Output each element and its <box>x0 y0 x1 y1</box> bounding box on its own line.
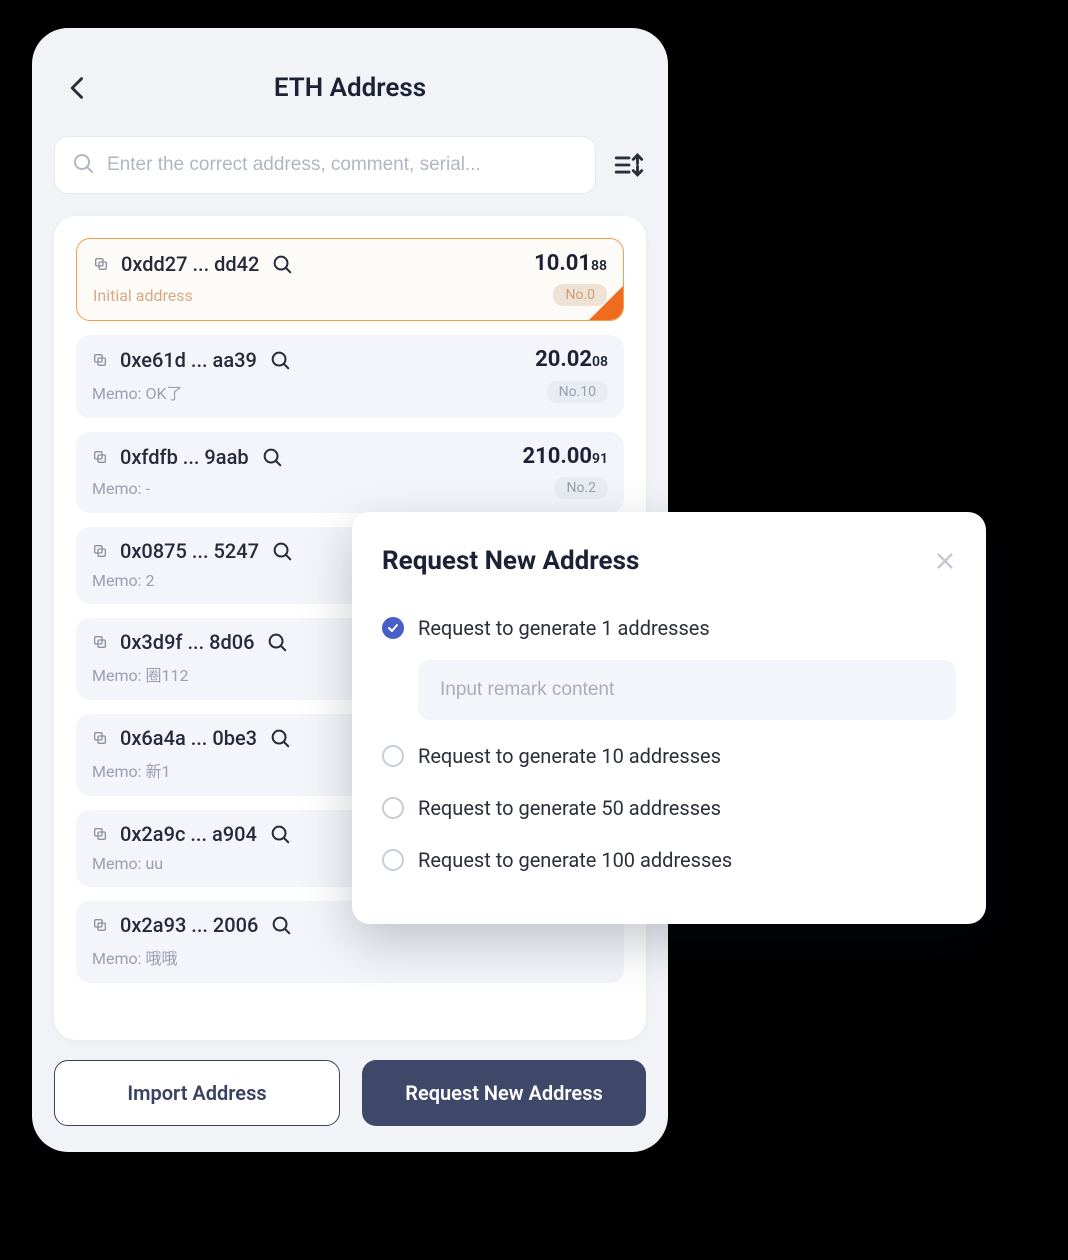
explorer-icon[interactable] <box>271 253 293 275</box>
page-title: ETH Address <box>274 73 426 103</box>
request-new-address-button[interactable]: Request New Address <box>362 1060 646 1126</box>
remark-input[interactable] <box>418 660 956 720</box>
address-card[interactable]: 0xe61d ... aa39 20.0208 Memo: OK了 No.10 <box>76 335 624 418</box>
generate-option[interactable]: Request to generate 1 addresses <box>382 602 956 654</box>
explorer-icon[interactable] <box>261 446 283 468</box>
balance-value: 10.0188 <box>534 251 607 276</box>
current-indicator-icon <box>589 286 623 320</box>
memo-text: Memo: - <box>92 479 150 498</box>
modal-header: Request New Address <box>382 546 956 576</box>
generate-option[interactable]: Request to generate 100 addresses <box>382 834 956 886</box>
copy-icon[interactable] <box>92 730 108 746</box>
copy-icon[interactable] <box>92 543 108 559</box>
copy-icon[interactable] <box>92 449 108 465</box>
close-icon[interactable] <box>934 550 956 572</box>
address-card[interactable]: 0xdd27 ... dd4210.0188Initial addressNo.… <box>76 238 624 321</box>
generate-option[interactable]: Request to generate 50 addresses <box>382 782 956 834</box>
balance-value: 20.0208 <box>535 347 608 372</box>
explorer-icon[interactable] <box>269 727 291 749</box>
memo-text: Memo: 新1 <box>92 758 170 782</box>
memo-text: Memo: 圈112 <box>92 662 188 686</box>
header: ETH Address <box>54 64 646 112</box>
address-text: 0xfdfb ... 9aab <box>120 445 249 469</box>
explorer-icon[interactable] <box>269 823 291 845</box>
address-card[interactable]: 0xfdfb ... 9aab 210.0091 Memo: - No.2 <box>76 432 624 513</box>
copy-icon[interactable] <box>92 826 108 842</box>
index-badge: No.10 <box>547 381 608 403</box>
option-label: Request to generate 100 addresses <box>418 848 732 872</box>
option-label: Request to generate 50 addresses <box>418 796 721 820</box>
request-new-address-modal: Request New Address Request to generate … <box>352 512 986 924</box>
memo-text: Memo: 2 <box>92 571 154 590</box>
option-label: Request to generate 10 addresses <box>418 744 721 768</box>
memo-text: Memo: 哦哦 <box>92 945 177 969</box>
modal-title: Request New Address <box>382 546 639 576</box>
explorer-icon[interactable] <box>270 914 292 936</box>
generate-option[interactable]: Request to generate 10 addresses <box>382 730 956 782</box>
address-text: 0xe61d ... aa39 <box>120 348 257 372</box>
search-input[interactable] <box>107 154 579 176</box>
address-text: 0x2a93 ... 2006 <box>120 913 258 937</box>
address-text: 0x2a9c ... a904 <box>120 822 257 846</box>
search-row <box>54 136 646 194</box>
radio-unchecked-icon[interactable] <box>382 745 404 767</box>
import-address-button[interactable]: Import Address <box>54 1060 340 1126</box>
sort-button[interactable] <box>612 148 646 182</box>
memo-text: Memo: uu <box>92 854 163 873</box>
memo-text: Initial address <box>93 286 193 305</box>
option-label: Request to generate 1 addresses <box>418 616 710 640</box>
explorer-icon[interactable] <box>269 349 291 371</box>
explorer-icon[interactable] <box>271 540 293 562</box>
explorer-icon[interactable] <box>266 631 288 653</box>
copy-icon[interactable] <box>93 256 109 272</box>
copy-icon[interactable] <box>92 634 108 650</box>
back-button[interactable] <box>64 74 92 102</box>
balance-value: 210.0091 <box>523 444 609 469</box>
index-badge: No.2 <box>554 477 608 499</box>
address-text: 0x0875 ... 5247 <box>120 539 259 563</box>
radio-checked-icon[interactable] <box>382 617 404 639</box>
address-text: 0x6a4a ... 0be3 <box>120 726 257 750</box>
copy-icon[interactable] <box>92 352 108 368</box>
copy-icon[interactable] <box>92 917 108 933</box>
address-text: 0x3d9f ... 8d06 <box>120 630 254 654</box>
address-text: 0xdd27 ... dd42 <box>121 252 259 276</box>
radio-unchecked-icon[interactable] <box>382 849 404 871</box>
bottom-button-bar: Import Address Request New Address <box>54 1060 646 1126</box>
search-box[interactable] <box>54 136 596 194</box>
radio-unchecked-icon[interactable] <box>382 797 404 819</box>
memo-text: Memo: OK了 <box>92 380 183 404</box>
search-icon <box>71 151 95 179</box>
